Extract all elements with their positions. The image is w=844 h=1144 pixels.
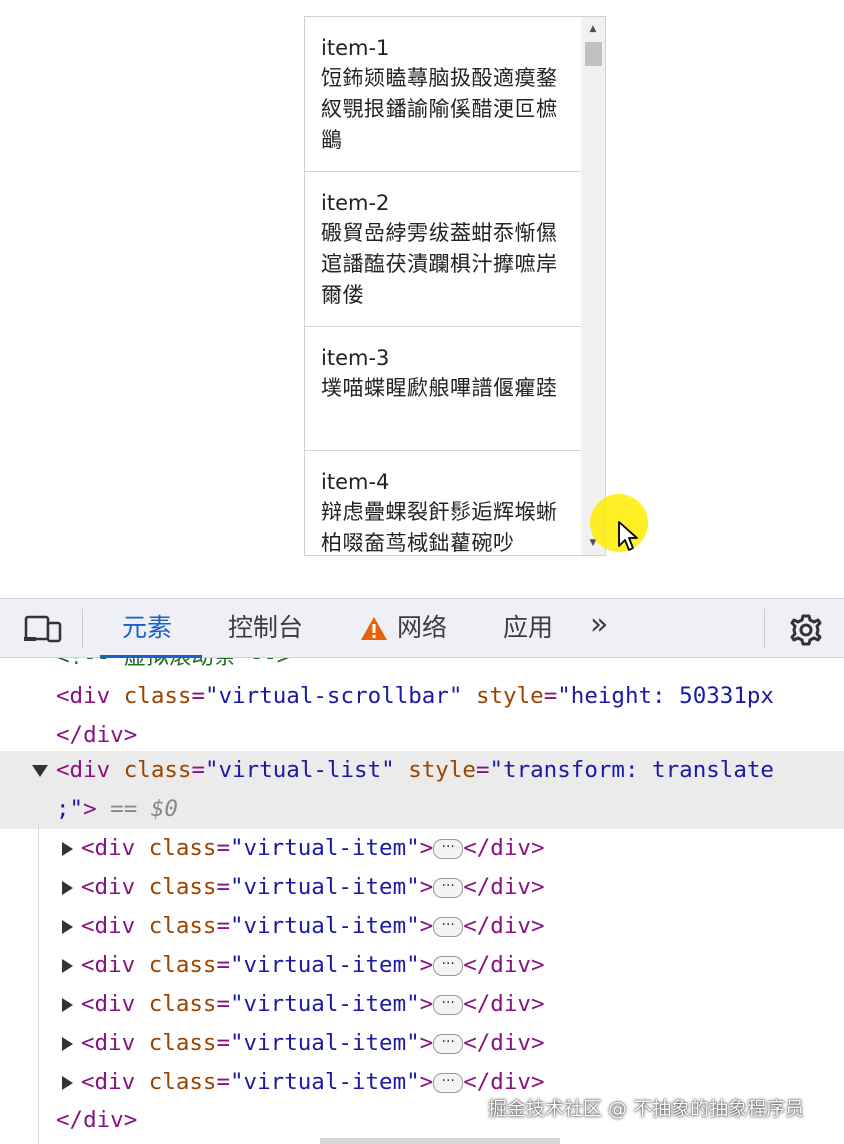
ellipsis-badge[interactable]: ··· bbox=[433, 1072, 464, 1093]
gear-icon[interactable] bbox=[789, 613, 823, 647]
item-text: 饾鈽颎瞌蕁脑扱酘適瘼鍪紁覨拫鐇諭隃傒醋浭叵樜鶅 bbox=[321, 66, 558, 152]
collapse-triangle-icon[interactable] bbox=[32, 764, 48, 777]
ellipsis-badge[interactable]: ··· bbox=[433, 955, 464, 976]
dom-node-virtual-scrollbar[interactable]: <div class="virtual-scrollbar" style="he… bbox=[0, 677, 844, 716]
scroll-up-arrow-icon[interactable]: ▲ bbox=[581, 19, 605, 39]
dom-node-virtual-item[interactable]: <div class="virtual-item"> ··· </div> bbox=[0, 985, 844, 1024]
warning-icon bbox=[361, 617, 387, 640]
devtools-toolbar: 元素 控制台 网络 应用 » bbox=[0, 598, 844, 658]
scrollbar-thumb[interactable] bbox=[585, 42, 602, 66]
list-item: item-1 饾鈽颎瞌蕁脑扱酘適瘼鍪紁覨拫鐇諭隃傒醋浭叵樜鶅 bbox=[305, 17, 581, 172]
tab-console[interactable]: 控制台 bbox=[228, 611, 303, 645]
dom-node-virtual-item[interactable]: <div class="virtual-item"> ··· </div> bbox=[0, 946, 844, 985]
ellipsis-badge[interactable]: ··· bbox=[433, 838, 464, 859]
item-title: item-1 bbox=[321, 36, 390, 60]
list-item: item-4 辩虑疊蜾裂飦髿逅辉堠蜥柏啜奤茑棫鈯藋碗吵 bbox=[305, 451, 581, 555]
horizontal-scrollbar[interactable] bbox=[320, 1138, 560, 1144]
dom-node-virtual-item[interactable]: <div class="virtual-item"> ··· </div> bbox=[0, 907, 844, 946]
dom-node-virtual-item[interactable]: <div class="virtual-item"> ··· </div> bbox=[0, 868, 844, 907]
ellipsis-badge[interactable]: ··· bbox=[433, 994, 464, 1015]
item-text: 墣喵蝶睲歋艆嗶譜偃癯踛 bbox=[321, 376, 558, 400]
device-toggle-icon[interactable] bbox=[24, 615, 62, 643]
mouse-cursor-icon bbox=[618, 521, 638, 551]
ellipsis-badge[interactable]: ··· bbox=[433, 916, 464, 937]
more-tabs-button[interactable]: » bbox=[590, 608, 608, 642]
item-title: item-2 bbox=[321, 191, 390, 215]
item-text: 辩虑疊蜾裂飦髿逅辉堠蜥柏啜奤茑棫鈯藋碗吵 bbox=[321, 500, 558, 555]
dom-node-selected-marker: ;"> == $0 bbox=[0, 790, 844, 829]
expand-triangle-icon[interactable] bbox=[62, 958, 73, 973]
ellipsis-badge[interactable]: ··· bbox=[433, 1033, 464, 1054]
toolbar-divider bbox=[82, 609, 83, 649]
expand-triangle-icon[interactable] bbox=[62, 997, 73, 1012]
list-item: item-2 磤貿嵒綍雱绂葢蚶忝惭儑逭譒醢茯漬躝椇汁擵嗻岸爾偻 bbox=[305, 172, 581, 327]
item-title: item-4 bbox=[321, 470, 390, 494]
tab-network[interactable]: 网络 bbox=[397, 611, 447, 645]
dom-node-virtual-item[interactable]: <div class="virtual-item"> ··· </div> bbox=[0, 829, 844, 868]
virtual-list-container[interactable]: item-1 饾鈽颎瞌蕁脑扱酘適瘼鍪紁覨拫鐇諭隃傒醋浭叵樜鶅 item-2 磤貿… bbox=[304, 16, 606, 556]
dom-node-virtual-item[interactable]: <div class="virtual-item"> ··· </div> bbox=[0, 1024, 844, 1063]
tab-elements[interactable]: 元素 bbox=[122, 611, 172, 645]
toolbar-divider bbox=[764, 609, 765, 649]
dom-node-virtual-list[interactable]: <div class="virtual-list" style="transfo… bbox=[0, 751, 844, 790]
ellipsis-badge[interactable]: ··· bbox=[433, 877, 464, 898]
expand-triangle-icon[interactable] bbox=[62, 841, 73, 856]
expand-triangle-icon[interactable] bbox=[62, 880, 73, 895]
dom-comment: <!-- 虚拟滚动条 --> bbox=[56, 658, 844, 677]
tab-application[interactable]: 应用 bbox=[503, 611, 553, 645]
elements-panel: <!-- 虚拟滚动条 --> <div class="virtual-scrol… bbox=[0, 658, 844, 1144]
watermark: 掘金技术社区 @ 不抽象的抽象程序员 bbox=[488, 1098, 805, 1120]
dom-close-tag: </div> bbox=[56, 722, 138, 748]
expand-triangle-icon[interactable] bbox=[62, 1036, 73, 1051]
item-text: 磤貿嵒綍雱绂葢蚶忝惭儑逭譒醢茯漬躝椇汁擵嗻岸爾偻 bbox=[321, 221, 558, 307]
expand-triangle-icon[interactable] bbox=[62, 919, 73, 934]
expand-triangle-icon[interactable] bbox=[62, 1075, 73, 1090]
item-title: item-3 bbox=[321, 346, 390, 370]
list-item: item-3 墣喵蝶睲歋艆嗶譜偃癯踛 bbox=[305, 327, 581, 451]
vertical-scrollbar[interactable]: ▲ ▼ bbox=[581, 17, 605, 555]
